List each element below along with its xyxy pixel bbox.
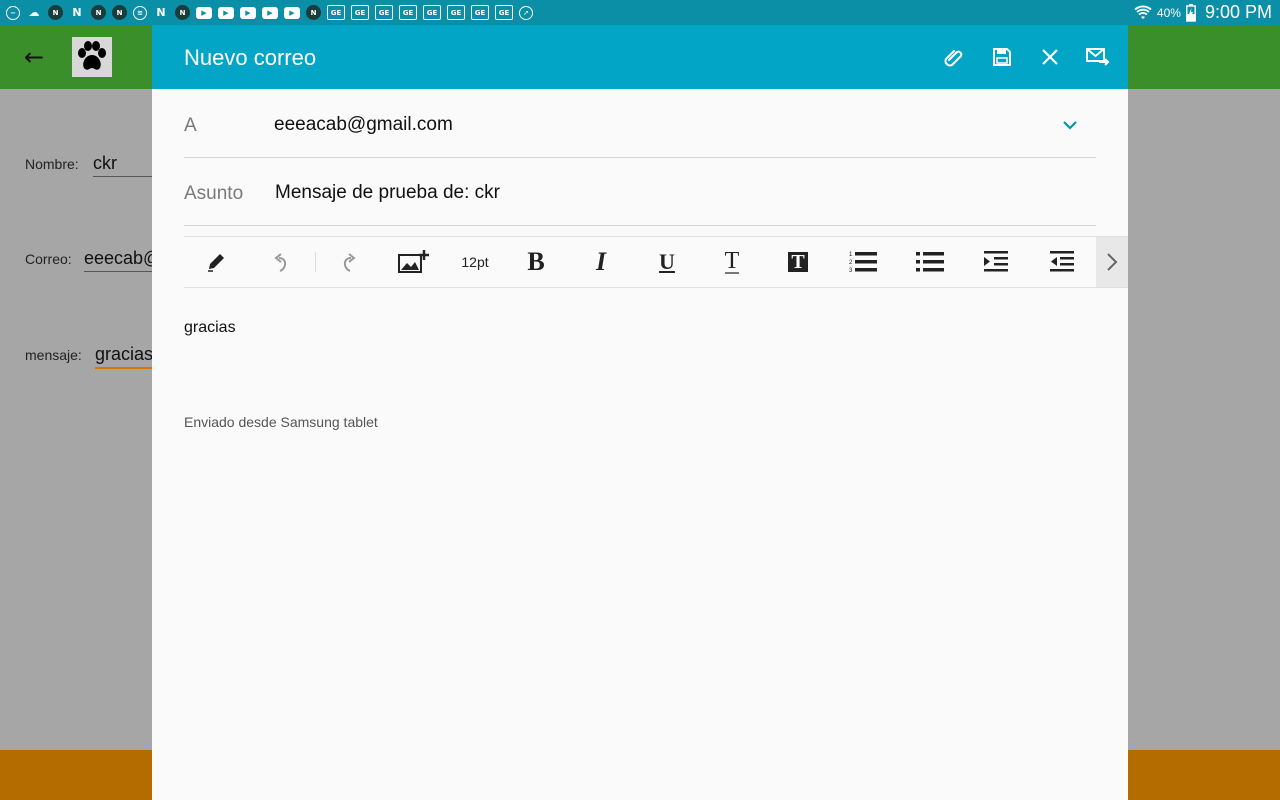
notification-app-icon: N (91, 5, 106, 20)
youtube-icon: ▶ (240, 6, 256, 19)
underline-button[interactable]: U (649, 246, 685, 278)
highlight-icon: T (788, 251, 808, 273)
message-body[interactable]: gracias (184, 319, 236, 337)
svg-text:2: 2 (849, 260, 853, 266)
header-actions (938, 41, 1114, 73)
paw-icon (78, 41, 106, 70)
signature: Enviado desde Samsung tablet (184, 414, 378, 430)
ge-icon: GE (399, 5, 417, 20)
compass-icon: ➚ (519, 5, 533, 20)
bullet-list-icon (916, 252, 944, 272)
notification-icons: − ☁ N N N N ≋ N N ▶ ▶ ▶ ▶ ▶ N GE GE GE G… (0, 5, 533, 20)
redo-icon (343, 253, 356, 272)
nombre-label: Nombre: (25, 156, 79, 172)
numbered-list-button[interactable]: 1 2 3 (846, 246, 882, 278)
netflix-icon: N (156, 6, 166, 19)
nombre-field[interactable]: ckr (93, 153, 153, 177)
correo-label: Correo: (25, 251, 72, 267)
status-right: 40% 9:00 PM (1134, 0, 1272, 25)
bullet-list-button[interactable] (912, 246, 948, 278)
indent-icon (984, 251, 1008, 272)
indent-button[interactable] (978, 246, 1014, 278)
subject-label: Asunto (184, 183, 244, 204)
battery-percent: 40% (1156, 5, 1181, 20)
insert-image-icon (398, 250, 429, 273)
pen-icon (208, 254, 224, 272)
notification-app-icon: N (112, 5, 127, 20)
toolbar-more-button[interactable] (1096, 237, 1128, 287)
bold-icon: B (527, 247, 545, 276)
redo-button[interactable] (330, 246, 366, 278)
notification-app-icon: N (306, 5, 321, 20)
ge-icon: GE (495, 5, 513, 20)
svg-text:1: 1 (849, 252, 853, 258)
mensaje-field[interactable]: gracias (95, 344, 153, 369)
svg-text:3: 3 (849, 268, 853, 274)
font-size-value: 12pt (461, 254, 489, 270)
subject-row: Asunto Mensaje de prueba de: ckr (184, 157, 1096, 226)
ge-icon: GE (471, 5, 489, 20)
numbered-list-icon: 1 2 3 (849, 252, 877, 274)
netflix-icon: N (72, 6, 82, 19)
ge-icon: GE (423, 5, 441, 20)
youtube-icon: ▶ (218, 6, 234, 19)
ge-icon: GE (327, 5, 345, 20)
undo-icon (274, 253, 287, 272)
notification-app-icon: N (48, 5, 63, 20)
status-bar: − ☁ N N N N ≋ N N ▶ ▶ ▶ ▶ ▶ N GE GE GE G… (0, 0, 1280, 25)
ge-icon: GE (447, 5, 465, 20)
to-row: A eeeacab@gmail.com (184, 89, 1096, 158)
outdent-button[interactable] (1044, 246, 1080, 278)
undo-button[interactable] (264, 246, 300, 278)
save-icon (993, 48, 1011, 66)
paperclip-icon (944, 50, 963, 67)
back-arrow-icon[interactable]: ← (24, 45, 56, 69)
compose-header: Nuevo correo (152, 25, 1128, 89)
compose-title: Nuevo correo (184, 45, 317, 70)
send-button[interactable] (1082, 41, 1114, 73)
compose-dialog: Nuevo correo A eeeacab@gmail.com Asunto … (152, 25, 1128, 800)
save-draft-button[interactable] (986, 41, 1018, 73)
close-icon (1042, 49, 1058, 65)
clock: 9:00 PM (1204, 2, 1272, 22)
battery-charging-icon (1186, 3, 1196, 22)
text-color-icon: T (724, 248, 740, 274)
to-input[interactable]: eeeacab@gmail.com (274, 114, 453, 136)
subject-input[interactable]: Mensaje de prueba de: ckr (275, 182, 500, 204)
pen-button[interactable] (198, 246, 234, 278)
outdent-icon (1050, 251, 1074, 272)
formatting-toolbar: 12pt B I U T T 1 2 3 (184, 236, 1128, 288)
youtube-icon: ▶ (262, 6, 278, 19)
send-mail-icon (1086, 48, 1110, 66)
bold-button[interactable]: B (518, 246, 554, 278)
highlight-button[interactable]: T (780, 246, 816, 278)
italic-icon: I (595, 247, 607, 276)
wifi-icon (1134, 5, 1152, 19)
mensaje-label: mensaje: (25, 347, 82, 363)
underline-icon: U (659, 249, 675, 274)
paw-logo (72, 37, 112, 77)
font-size-button[interactable]: 12pt (455, 246, 495, 278)
text-color-button[interactable]: T (714, 246, 750, 278)
toolbar-separator (315, 252, 316, 272)
ge-icon: GE (351, 5, 369, 20)
correo-field[interactable]: eeecab@ (84, 248, 154, 272)
cloud-icon: ☁ (28, 6, 40, 19)
chevron-right-icon (1107, 253, 1118, 271)
discard-button[interactable] (1034, 41, 1066, 73)
minus-circle-icon: − (6, 5, 20, 20)
insert-image-button[interactable] (395, 246, 431, 278)
notification-app-icon: N (175, 5, 190, 20)
youtube-icon: ▶ (284, 6, 300, 19)
italic-button[interactable]: I (583, 246, 619, 278)
spotify-icon: ≋ (133, 5, 147, 20)
chevron-down-icon[interactable] (1060, 115, 1080, 135)
ge-icon: GE (375, 5, 393, 20)
attach-button[interactable] (938, 41, 970, 73)
to-label: A (184, 115, 197, 136)
youtube-icon: ▶ (196, 6, 212, 19)
